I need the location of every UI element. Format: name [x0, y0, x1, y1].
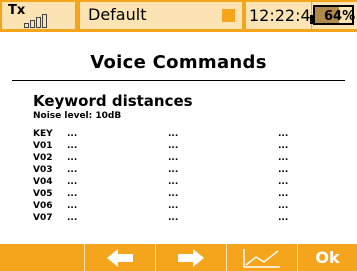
table-row: V07 ... ... ... — [33, 212, 333, 224]
model-cell[interactable]: Default — [80, 2, 242, 29]
row-key: V01 — [33, 141, 53, 151]
table-row: KEY ... ... ... — [33, 128, 333, 140]
signal-bars-icon — [24, 11, 52, 28]
f1-button[interactable] — [0, 244, 84, 271]
row-value: ... — [168, 213, 179, 223]
row-value: ... — [278, 153, 289, 163]
row-value: ... — [168, 189, 179, 199]
row-value: ... — [278, 141, 289, 151]
clock-cell: 12:22:48 — [246, 2, 321, 29]
table-row: V03 ... ... ... — [33, 164, 333, 176]
row-value: ... — [67, 189, 78, 199]
ok-label: Ok — [315, 248, 340, 267]
row-key: V06 — [33, 201, 53, 211]
row-value: ... — [168, 153, 179, 163]
title-divider — [12, 80, 345, 81]
row-value: ... — [67, 141, 78, 151]
row-key: V04 — [33, 177, 53, 187]
section-heading: Keyword distances — [33, 92, 193, 110]
row-value: ... — [278, 165, 289, 175]
table-row: V02 ... ... ... — [33, 152, 333, 164]
row-value: ... — [168, 201, 179, 211]
model-indicator-icon — [222, 9, 235, 22]
table-row: V01 ... ... ... — [33, 140, 333, 152]
row-value: ... — [67, 153, 78, 163]
row-value: ... — [278, 213, 289, 223]
graph-button[interactable] — [227, 244, 297, 271]
row-value: ... — [67, 201, 78, 211]
battery-indicator: 64% — [310, 2, 357, 29]
row-key: V05 — [33, 189, 53, 199]
row-key: V03 — [33, 165, 53, 175]
keyword-table: KEY ... ... ... V01 ... ... ... V02 ... … — [33, 128, 333, 224]
row-value: ... — [168, 165, 179, 175]
row-key: V07 — [33, 213, 53, 223]
table-row: V06 ... ... ... — [33, 200, 333, 212]
row-key: KEY — [33, 129, 53, 139]
row-key: V02 — [33, 153, 53, 163]
row-value: ... — [67, 177, 78, 187]
arrow-left-icon — [107, 248, 133, 267]
page-title: Voice Commands — [90, 52, 267, 73]
previous-button[interactable] — [85, 244, 155, 271]
row-value: ... — [168, 177, 179, 187]
battery-icon: 64% — [310, 5, 356, 25]
chart-icon — [243, 248, 280, 268]
table-row: V05 ... ... ... — [33, 188, 333, 200]
model-name: Default — [88, 5, 147, 24]
tx-label: Tx — [8, 3, 26, 18]
noise-level: Noise level: 10dB — [33, 111, 122, 121]
status-bar: Tx Default 12:22:48 64% — [0, 0, 357, 32]
ok-button[interactable]: Ok — [298, 244, 357, 271]
row-value: ... — [278, 129, 289, 139]
arrow-right-icon — [178, 248, 204, 267]
row-value: ... — [67, 213, 78, 223]
row-value: ... — [168, 141, 179, 151]
battery-percent: 64% — [324, 9, 356, 24]
tx-signal-indicator: Tx — [2, 2, 75, 29]
table-row: V04 ... ... ... — [33, 176, 333, 188]
row-value: ... — [168, 129, 179, 139]
row-value: ... — [67, 129, 78, 139]
row-value: ... — [278, 189, 289, 199]
row-value: ... — [278, 201, 289, 211]
next-button[interactable] — [156, 244, 226, 271]
row-value: ... — [278, 177, 289, 187]
row-value: ... — [67, 165, 78, 175]
button-bar: Ok — [0, 244, 357, 271]
